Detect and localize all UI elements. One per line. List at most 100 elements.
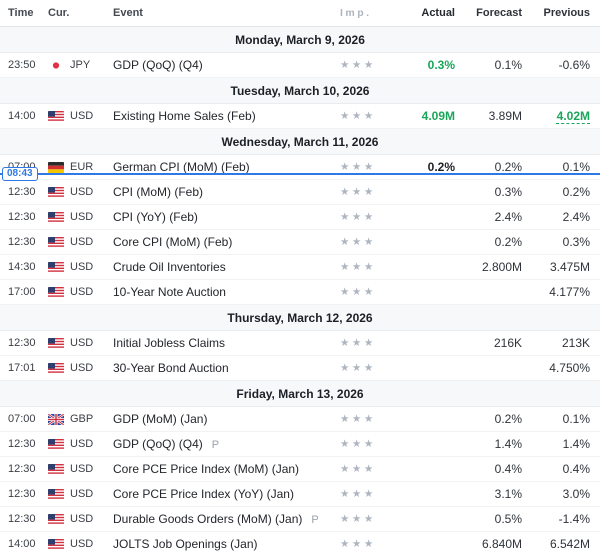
importance-stars: ★★★ bbox=[332, 438, 380, 450]
event-label: JOLTS Job Openings (Jan) bbox=[113, 537, 258, 551]
column-header-previous: Previous bbox=[522, 7, 590, 19]
event-row[interactable]: 12:30USDCore PCE Price Index (MoM) (Jan)… bbox=[0, 457, 600, 482]
event-currency: USD bbox=[48, 489, 113, 500]
importance-stars: ★★★ bbox=[332, 236, 380, 248]
event-row[interactable]: 23:50JPYGDP (QoQ) (Q4)★★★0.3%0.1%-0.6% bbox=[0, 53, 600, 78]
event-label: GDP (MoM) (Jan) bbox=[113, 412, 207, 426]
event-row[interactable]: 12:30USDInitial Jobless Claims★★★216K213… bbox=[0, 331, 600, 356]
currency-code: USD bbox=[70, 464, 93, 475]
forecast-value: 3.89M bbox=[455, 109, 522, 123]
importance-stars: ★★★ bbox=[332, 362, 380, 374]
event-currency: USD bbox=[48, 464, 113, 475]
event-currency: USD bbox=[48, 262, 113, 273]
event-row[interactable]: 17:01USD30-Year Bond Auction★★★4.750% bbox=[0, 356, 600, 381]
event-row[interactable]: 12:30USDCPI (YoY) (Feb)★★★2.4%2.4% bbox=[0, 205, 600, 230]
currency-code: GBP bbox=[70, 414, 93, 425]
event-row[interactable]: 07:00GBPGDP (MoM) (Jan)★★★0.2%0.1% bbox=[0, 407, 600, 432]
actual-value: 0.2% bbox=[380, 160, 455, 174]
revised-previous-value: 4.02M bbox=[557, 109, 590, 123]
economic-calendar: Time Cur. Event Imp. Actual Forecast Pre… bbox=[0, 0, 600, 553]
flag-us-icon bbox=[48, 212, 64, 223]
event-time: 12:30 bbox=[0, 337, 48, 349]
event-currency: USD bbox=[48, 212, 113, 223]
actual-value: 0.3% bbox=[380, 58, 455, 72]
previous-value: 3.475M bbox=[522, 260, 590, 274]
event-currency: EUR bbox=[48, 162, 113, 173]
flag-us-icon bbox=[48, 111, 64, 122]
event-currency: USD bbox=[48, 237, 113, 248]
currency-code: USD bbox=[70, 111, 93, 122]
previous-value: 213K bbox=[522, 336, 590, 350]
event-name[interactable]: 10-Year Note Auction bbox=[113, 285, 332, 299]
previous-value: 4.177% bbox=[522, 285, 590, 299]
flag-us-icon bbox=[48, 237, 64, 248]
day-header: Thursday, March 12, 2026 bbox=[0, 305, 600, 331]
event-row[interactable]: 12:30USDCPI (MoM) (Feb)★★★0.3%0.2% bbox=[0, 180, 600, 205]
column-header-time: Time bbox=[0, 7, 48, 19]
event-time: 12:30 bbox=[0, 488, 48, 500]
event-name[interactable]: Durable Goods Orders (MoM) (Jan)P bbox=[113, 512, 332, 526]
flag-us-icon bbox=[48, 514, 64, 525]
importance-stars: ★★★ bbox=[332, 463, 380, 475]
importance-stars: ★★★ bbox=[332, 261, 380, 273]
event-name[interactable]: GDP (MoM) (Jan) bbox=[113, 412, 332, 426]
event-label: Existing Home Sales (Feb) bbox=[113, 109, 256, 123]
event-name[interactable]: Existing Home Sales (Feb) bbox=[113, 109, 332, 123]
previous-value: -0.6% bbox=[522, 58, 590, 72]
event-name[interactable]: CPI (YoY) (Feb) bbox=[113, 210, 332, 224]
flag-us-icon bbox=[48, 439, 64, 450]
event-name[interactable]: German CPI (MoM) (Feb) bbox=[113, 160, 332, 174]
previous-value: 4.02M bbox=[522, 109, 590, 123]
previous-value: 3.0% bbox=[522, 487, 590, 501]
currency-code: EUR bbox=[70, 162, 93, 173]
event-name[interactable]: JOLTS Job Openings (Jan) bbox=[113, 537, 332, 551]
event-row[interactable]: 12:30USDDurable Goods Orders (MoM) (Jan)… bbox=[0, 507, 600, 532]
previous-value: 0.4% bbox=[522, 462, 590, 476]
currency-code: USD bbox=[70, 338, 93, 349]
currency-code: USD bbox=[70, 262, 93, 273]
flag-gb-icon bbox=[48, 414, 64, 425]
forecast-value: 6.840M bbox=[455, 537, 522, 551]
currency-code: USD bbox=[70, 212, 93, 223]
flag-us-icon bbox=[48, 338, 64, 349]
previous-value: 0.1% bbox=[522, 160, 590, 174]
event-time: 12:30 bbox=[0, 438, 48, 450]
event-label: 30-Year Bond Auction bbox=[113, 361, 229, 375]
importance-stars: ★★★ bbox=[332, 59, 380, 71]
event-name[interactable]: Crude Oil Inventories bbox=[113, 260, 332, 274]
event-name[interactable]: Initial Jobless Claims bbox=[113, 336, 332, 350]
column-header-actual: Actual bbox=[380, 7, 455, 19]
event-name[interactable]: Core PCE Price Index (MoM) (Jan) bbox=[113, 462, 332, 476]
event-row[interactable]: 12:30USDCore CPI (MoM) (Feb)★★★0.2%0.3% bbox=[0, 230, 600, 255]
event-name[interactable]: CPI (MoM) (Feb) bbox=[113, 185, 332, 199]
event-label: German CPI (MoM) (Feb) bbox=[113, 160, 250, 174]
event-name[interactable]: GDP (QoQ) (Q4)P bbox=[113, 437, 332, 451]
event-row[interactable]: 14:30USDCrude Oil Inventories★★★2.800M3.… bbox=[0, 255, 600, 280]
flag-us-icon bbox=[48, 489, 64, 500]
importance-stars: ★★★ bbox=[332, 186, 380, 198]
day-label: Wednesday, March 11, 2026 bbox=[222, 135, 379, 149]
event-name[interactable]: Core CPI (MoM) (Feb) bbox=[113, 235, 332, 249]
event-name[interactable]: GDP (QoQ) (Q4) bbox=[113, 58, 332, 72]
event-row[interactable]: 12:30USDGDP (QoQ) (Q4)P★★★1.4%1.4% bbox=[0, 432, 600, 457]
event-time: 23:50 bbox=[0, 59, 48, 71]
event-name[interactable]: Core PCE Price Index (YoY) (Jan) bbox=[113, 487, 332, 501]
event-row[interactable]: 12:30USDCore PCE Price Index (YoY) (Jan)… bbox=[0, 482, 600, 507]
forecast-value: 0.4% bbox=[455, 462, 522, 476]
event-currency: GBP bbox=[48, 414, 113, 425]
flag-us-icon bbox=[48, 539, 64, 550]
event-currency: USD bbox=[48, 338, 113, 349]
event-row[interactable]: 17:00USD10-Year Note Auction★★★4.177% bbox=[0, 280, 600, 305]
event-row[interactable]: 14:00USDJOLTS Job Openings (Jan)★★★6.840… bbox=[0, 532, 600, 553]
flag-us-icon bbox=[48, 464, 64, 475]
forecast-value: 1.4% bbox=[455, 437, 522, 451]
currency-code: USD bbox=[70, 187, 93, 198]
currency-code: USD bbox=[70, 287, 93, 298]
event-row[interactable]: 14:00USDExisting Home Sales (Feb)★★★4.09… bbox=[0, 104, 600, 129]
event-label: CPI (YoY) (Feb) bbox=[113, 210, 198, 224]
flag-us-icon bbox=[48, 262, 64, 273]
event-name[interactable]: 30-Year Bond Auction bbox=[113, 361, 332, 375]
importance-stars: ★★★ bbox=[332, 211, 380, 223]
event-currency: JPY bbox=[48, 60, 113, 71]
event-row[interactable]: 07:00EURGerman CPI (MoM) (Feb)★★★0.2%0.2… bbox=[0, 155, 600, 180]
